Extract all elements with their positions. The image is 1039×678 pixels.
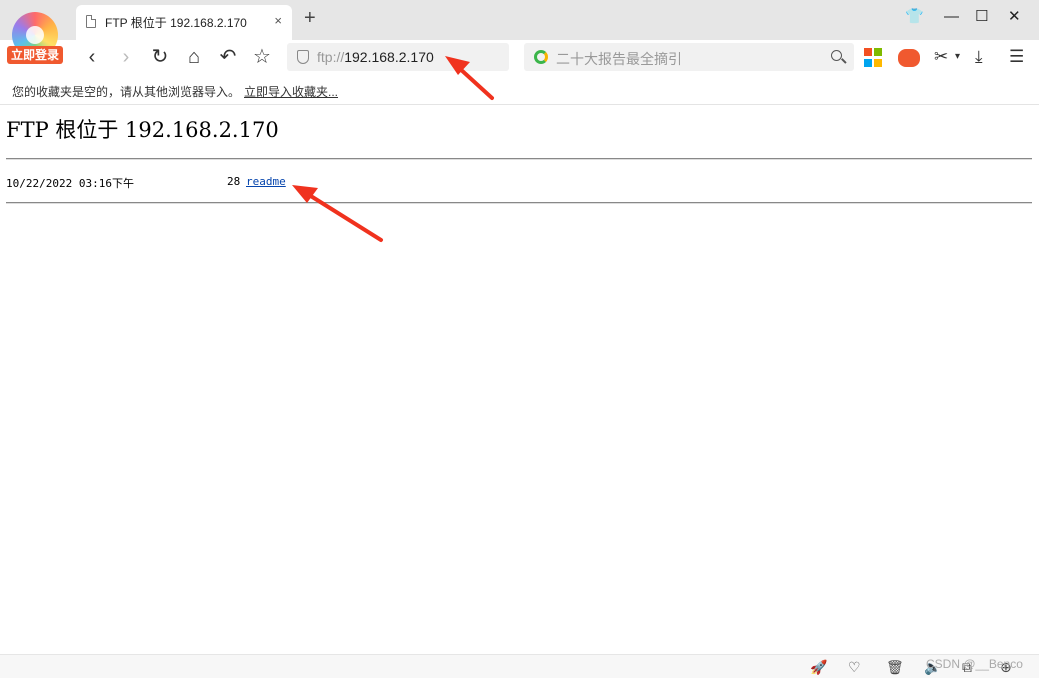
file-link-readme[interactable]: readme — [246, 175, 286, 188]
minimize-button[interactable]: — — [944, 8, 959, 26]
watermark: CSDN @__Benco — [926, 657, 1023, 671]
page-content: FTP 根位于 192.168.2.170 10/22/2022 03:16下午… — [0, 106, 1039, 654]
reload-button[interactable]: ↻ — [148, 45, 172, 69]
document-icon — [86, 15, 96, 28]
close-window-button[interactable]: ✕ — [1008, 8, 1021, 26]
search-bar[interactable]: 二十大报告最全摘引 — [524, 43, 854, 71]
tab-ftp[interactable]: FTP 根位于 192.168.2.170 × — [76, 5, 292, 40]
search-icon[interactable] — [831, 50, 842, 61]
favorite-star-button[interactable]: ☆ — [250, 45, 274, 69]
download-icon[interactable]: ⤓ — [975, 46, 983, 68]
divider — [6, 158, 1032, 160]
file-date: 10/22/2022 03:16下午 — [6, 177, 134, 190]
new-tab-button[interactable]: + — [304, 8, 316, 28]
bookmarks-empty-message: 您的收藏夹是空的，请从其他浏览器导入。 — [12, 85, 241, 99]
rocket-icon[interactable]: 🚀 — [810, 658, 827, 676]
search-placeholder[interactable]: 二十大报告最全摘引 — [556, 49, 682, 69]
forward-button[interactable]: › — [114, 45, 138, 69]
maximize-button[interactable]: ☐ — [975, 8, 988, 26]
divider — [6, 202, 1032, 204]
title-bar: FTP 根位于 192.168.2.170 × + 👕 — ☐ ✕ — [0, 0, 1039, 40]
import-bookmarks-link[interactable]: 立即导入收藏夹... — [244, 83, 338, 100]
chevron-down-icon[interactable]: ▾ — [955, 46, 960, 68]
scissors-icon[interactable]: ✂ — [934, 46, 948, 68]
page-title: FTP 根位于 192.168.2.170 — [6, 118, 279, 142]
microsoft-icon[interactable] — [864, 48, 884, 68]
game-icon[interactable] — [898, 49, 920, 67]
menu-icon[interactable]: ☰ — [1009, 46, 1024, 68]
tab-close-icon[interactable]: × — [274, 13, 282, 28]
file-size: 28 — [227, 175, 241, 188]
login-button[interactable]: 立即登录 — [7, 46, 63, 64]
skin-icon[interactable]: 👕 — [905, 8, 924, 26]
home-button[interactable]: ⌂ — [182, 45, 206, 69]
browser-window: FTP 根位于 192.168.2.170 × + 👕 — ☐ ✕ ‹ › ↻ … — [0, 0, 1039, 678]
address-bar[interactable]: ftp://192.168.2.170 — [287, 43, 509, 71]
back-button[interactable]: ‹ — [80, 45, 104, 69]
bookmarks-bar: 您的收藏夹是空的，请从其他浏览器导入。 立即导入收藏夹... — [0, 76, 1039, 105]
search-engine-icon[interactable] — [534, 50, 548, 64]
undo-close-button[interactable]: ↶ — [216, 45, 240, 69]
status-bar: 🚀 ♡ 🗑 🔈 ⧉ ⊕ CSDN @__Benco — [0, 654, 1039, 678]
address-url[interactable]: ftp://192.168.2.170 — [317, 49, 434, 65]
heart-icon[interactable]: ♡ — [848, 658, 861, 676]
tab-title: FTP 根位于 192.168.2.170 — [105, 16, 247, 30]
toolbar: ‹ › ↻ ⌂ ↶ ☆ ftp://192.168.2.170 二十大报告最全摘… — [0, 40, 1039, 76]
trash-icon[interactable]: 🗑 — [886, 658, 904, 676]
shield-icon — [297, 50, 309, 64]
